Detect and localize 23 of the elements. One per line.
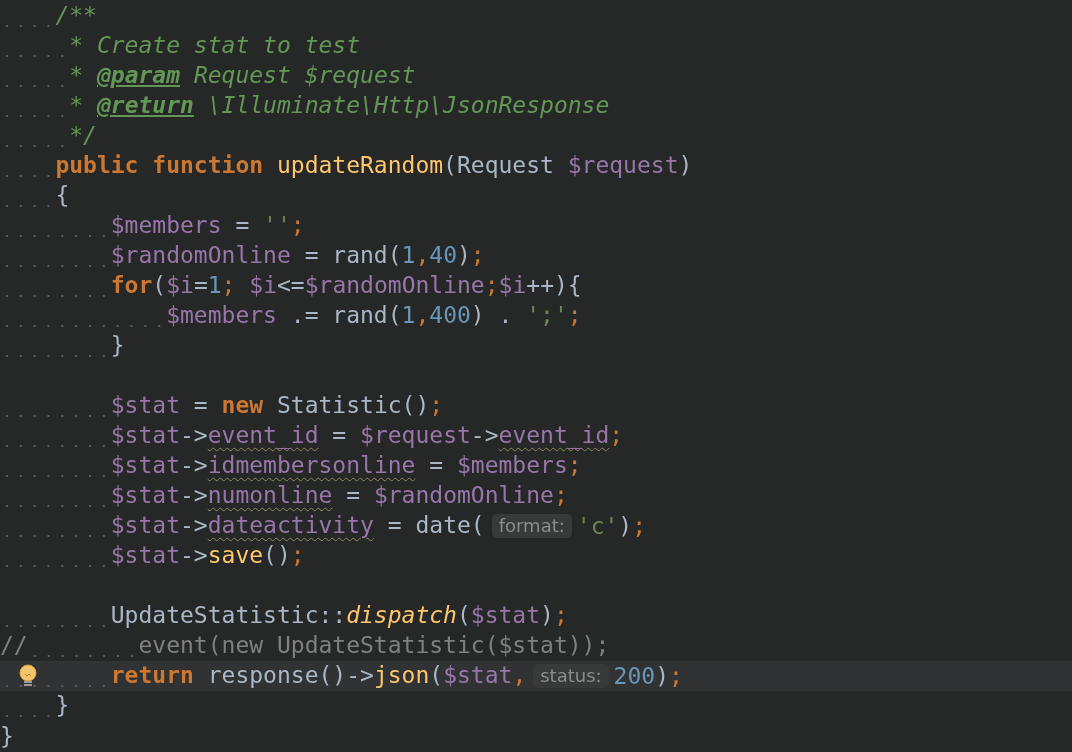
code-text: UpdateStatistic::dispatch($stat);: [0, 601, 568, 631]
parameter-hint: format:: [491, 514, 572, 538]
code-text: $stat->dateactivity = date(: [0, 511, 485, 541]
code-text: }: [0, 722, 14, 750]
code-text: 200);: [613, 662, 683, 690]
code-text: $stat->event_id = $request->event_id;: [0, 421, 624, 451]
code-text: $stat->idmembersonline = $members;: [0, 451, 582, 481]
parameter-hint: status:: [533, 664, 609, 688]
code-text: * Create stat to test: [0, 31, 361, 61]
code-text: return response()->json($stat,: [0, 661, 527, 691]
code-text: 'c');: [576, 512, 647, 540]
code-text: public function updateRandom(Request $request): [0, 151, 693, 181]
code-text: $stat->numonline = $randomOnline;: [0, 481, 568, 511]
code-text: * @param Request $request: [0, 61, 416, 91]
code-text: $randomOnline = rand(1,40);: [0, 241, 485, 271]
code-text: $stat = new Statistic();: [0, 391, 444, 421]
code-text: $members .= rand(1,400) . ';';: [0, 301, 582, 331]
lightbulb-icon[interactable]: [18, 664, 38, 688]
code-text: * @return \Illuminate\Http\JsonResponse: [0, 91, 610, 121]
code-text: // event(new UpdateStatistic($stat));: [0, 631, 610, 661]
code-text: $members = '';: [0, 211, 305, 241]
code-text: for($i=1; $i<=$randomOnline;$i++){: [0, 271, 582, 301]
code-text: $stat->save();: [0, 541, 305, 571]
